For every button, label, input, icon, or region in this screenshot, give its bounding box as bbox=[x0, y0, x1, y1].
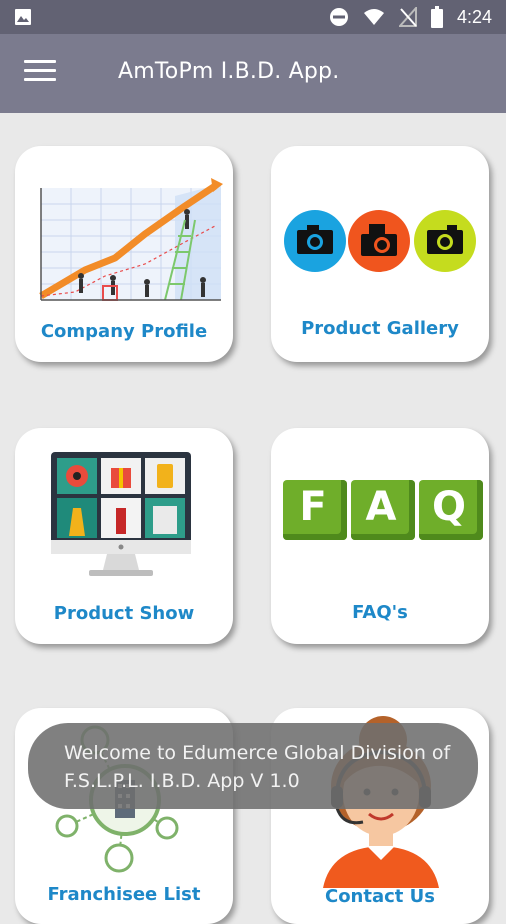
camera-icons bbox=[284, 210, 476, 272]
hamburger-menu-icon[interactable] bbox=[24, 60, 56, 88]
company-profile-label: Company Profile bbox=[40, 321, 208, 342]
status-bar: 4:24 bbox=[0, 0, 506, 34]
no-signal-icon bbox=[398, 7, 417, 27]
app-title: AmToPm I.B.D. App. bbox=[118, 59, 340, 84]
faq-letter-q: Q bbox=[431, 484, 466, 530]
franchisee-list-label: Franchisee List bbox=[47, 884, 201, 905]
status-time: 4:24 bbox=[456, 6, 492, 27]
do-not-disturb-icon bbox=[329, 8, 348, 26]
product-show-card[interactable]: Product Show bbox=[15, 428, 233, 644]
welcome-toast: Welcome to Edumerce Global Division of F… bbox=[28, 723, 478, 809]
product-gallery-card[interactable]: Product Gallery bbox=[271, 146, 489, 362]
wifi-icon bbox=[363, 9, 384, 25]
faq-letter-a: A bbox=[365, 484, 397, 530]
faq-blocks-illustration: F A Q bbox=[283, 480, 483, 540]
growth-chart-illustration bbox=[39, 178, 223, 301]
monitor-products-illustration bbox=[51, 452, 191, 576]
faq-label: FAQ's bbox=[352, 602, 408, 623]
battery-icon bbox=[430, 6, 443, 28]
faq-card[interactable]: F A Q FAQ's bbox=[271, 428, 489, 644]
product-show-label: Product Show bbox=[53, 603, 195, 624]
contact-us-label: Contact Us bbox=[324, 886, 435, 907]
app-bar: AmToPm I.B.D. App. bbox=[0, 34, 506, 113]
faq-letter-f: F bbox=[299, 484, 327, 530]
product-gallery-label: Product Gallery bbox=[301, 318, 459, 339]
image-icon bbox=[15, 9, 31, 25]
company-profile-card[interactable]: Company Profile bbox=[15, 146, 233, 362]
